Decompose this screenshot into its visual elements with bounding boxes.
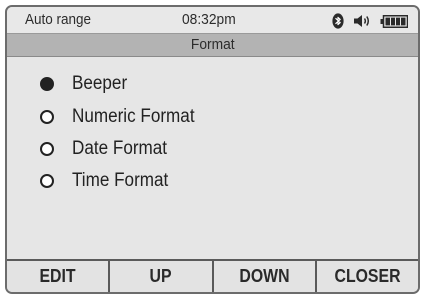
screen-title-bar: Format	[7, 34, 418, 57]
edit-button-label: EDIT	[39, 266, 76, 286]
radio-unselected-icon	[40, 174, 54, 188]
up-button-label: UP	[149, 266, 172, 286]
radio-unselected-icon	[40, 142, 54, 156]
menu-item-label: Time Format	[72, 170, 169, 191]
clock-time: 08:32pm	[182, 11, 236, 28]
down-button[interactable]: DOWN	[214, 261, 317, 292]
down-button-label: DOWN	[239, 266, 290, 286]
device-screen: Auto range 08:32pm Format Beeper Numeric…	[5, 5, 420, 294]
screen-title: Format	[190, 36, 235, 53]
up-button[interactable]: UP	[110, 261, 214, 292]
status-icons	[332, 13, 408, 29]
menu-item-label: Beeper	[72, 73, 128, 94]
range-mode-label: Auto range	[25, 11, 92, 28]
menu-item-label: Numeric Format	[72, 106, 195, 127]
close-button[interactable]: CLOSER	[317, 261, 418, 292]
edit-button[interactable]: EDIT	[7, 261, 111, 292]
battery-icon	[380, 14, 408, 28]
status-bar: Auto range 08:32pm	[7, 7, 418, 34]
radio-unselected-icon	[40, 110, 54, 124]
close-button-label: CLOSER	[334, 266, 401, 286]
speaker-icon	[353, 14, 371, 28]
menu-item-label: Date Format	[72, 138, 168, 159]
menu-item-numeric-format[interactable]: Numeric Format	[40, 101, 208, 133]
radio-selected-icon	[40, 77, 54, 91]
menu-item-time-format[interactable]: Time Format	[40, 165, 179, 197]
menu-item-date-format[interactable]: Date Format	[40, 133, 178, 165]
bluetooth-icon	[332, 13, 344, 29]
softkey-bar: EDIT UP DOWN CLOSER	[7, 259, 418, 292]
menu-item-beeper[interactable]: Beeper	[40, 68, 133, 100]
